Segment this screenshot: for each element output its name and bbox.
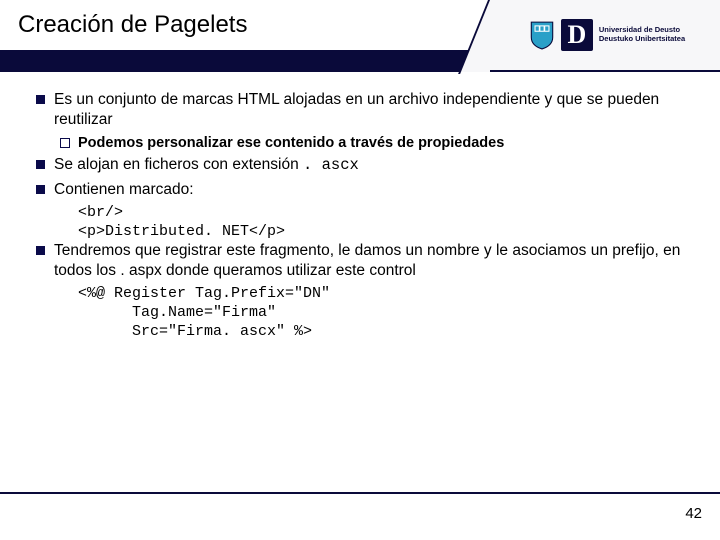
page-number: 42: [685, 505, 702, 522]
slide-content: Es un conjunto de marcas HTML alojadas e…: [0, 72, 720, 341]
university-line2: Deustuko Unibertsitatea: [599, 35, 685, 44]
logo-tab: D Universidad de Deusto Deustuko Unibert…: [490, 0, 720, 72]
bullet-2-prefix: Se alojan en ficheros con extensión: [54, 156, 303, 173]
bullet-4-text: Tendremos que registrar este fragmento, …: [54, 242, 680, 279]
header-accent-bar: [0, 50, 490, 72]
bullet-4: Tendremos que registrar este fragmento, …: [30, 241, 692, 281]
bullet-3-code-block: <br/> <p>Distributed. NET</p>: [30, 204, 692, 242]
shield-icon: [529, 20, 555, 50]
bullet-2-code: . ascx: [303, 156, 359, 174]
bullet-1-text: Es un conjunto de marcas HTML alojadas e…: [54, 91, 659, 128]
bullet-3-text: Contienen marcado:: [54, 181, 194, 198]
bullet-1: Es un conjunto de marcas HTML alojadas e…: [30, 90, 692, 130]
slide-header: Creación de Pagelets D Universidad de De…: [0, 0, 720, 72]
bullet-3: Contienen marcado:: [30, 180, 692, 200]
bullet-2: Se alojan en ficheros con extensión . as…: [30, 155, 692, 176]
bullet-1-sub: Podemos personalizar ese contenido a tra…: [30, 134, 692, 153]
logo-container: D Universidad de Deusto Deustuko Unibert…: [490, 0, 720, 70]
bullet-4-code-block: <%@ Register Tag.Prefix="DN" Tag.Name="F…: [30, 285, 692, 341]
footer-divider: [0, 492, 720, 494]
bullet-1-sub-text: Podemos personalizar ese contenido a tra…: [78, 135, 504, 151]
logo-letter: D: [561, 19, 593, 51]
page-title: Creación de Pagelets: [0, 11, 247, 39]
university-name: Universidad de Deusto Deustuko Unibertsi…: [599, 26, 685, 43]
